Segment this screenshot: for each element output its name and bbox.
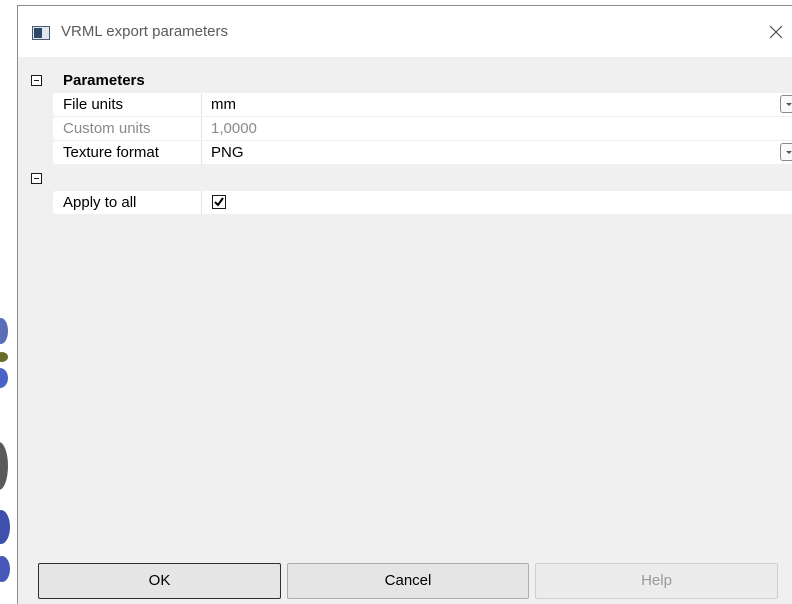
column-divider: [201, 191, 202, 214]
help-button[interactable]: Help: [535, 563, 778, 599]
dropdown-arrow-icon: [786, 103, 792, 106]
column-divider: [201, 117, 202, 140]
prop-name: File units: [63, 96, 124, 113]
close-button[interactable]: [760, 17, 792, 47]
file-units-value[interactable]: mm: [211, 96, 236, 113]
button-bar: OK Cancel Help: [18, 559, 792, 604]
group-title: Parameters: [63, 72, 145, 89]
apply-to-all-checkbox[interactable]: [212, 195, 226, 209]
prop-name: Apply to all: [63, 194, 137, 211]
prop-row-custom-units: Custom units 1,0000: [53, 117, 792, 141]
texture-format-value[interactable]: PNG: [211, 144, 244, 161]
column-divider: [201, 93, 202, 116]
check-icon: [214, 197, 224, 207]
property-grid: Parameters File units mm Custom units 1,…: [18, 70, 792, 215]
collapse-minus-icon[interactable]: [31, 173, 42, 184]
file-units-dropdown-button[interactable]: [780, 95, 792, 113]
prop-name: Custom units: [63, 120, 151, 137]
prop-row-file-units[interactable]: File units mm: [53, 93, 792, 117]
window-icon: [32, 26, 50, 40]
custom-units-value: 1,0000: [211, 120, 257, 137]
close-icon: [769, 25, 783, 39]
group-header-general: [18, 168, 792, 191]
prop-row-apply-to-all[interactable]: Apply to all: [53, 191, 792, 215]
texture-format-dropdown-button[interactable]: [780, 143, 792, 161]
ok-button[interactable]: OK: [38, 563, 281, 599]
column-divider: [201, 141, 202, 164]
prop-row-texture-format[interactable]: Texture format PNG: [53, 141, 792, 165]
background-application: [0, 0, 17, 604]
group-header-parameters: Parameters: [18, 70, 792, 93]
title-bar: VRML export parameters: [18, 6, 792, 57]
vrml-export-dialog: VRML export parameters Parameters File u…: [17, 5, 792, 604]
dialog-title: VRML export parameters: [61, 23, 229, 40]
collapse-minus-icon[interactable]: [31, 75, 42, 86]
dropdown-arrow-icon: [786, 151, 792, 154]
prop-name: Texture format: [63, 144, 159, 161]
cancel-button[interactable]: Cancel: [287, 563, 529, 599]
